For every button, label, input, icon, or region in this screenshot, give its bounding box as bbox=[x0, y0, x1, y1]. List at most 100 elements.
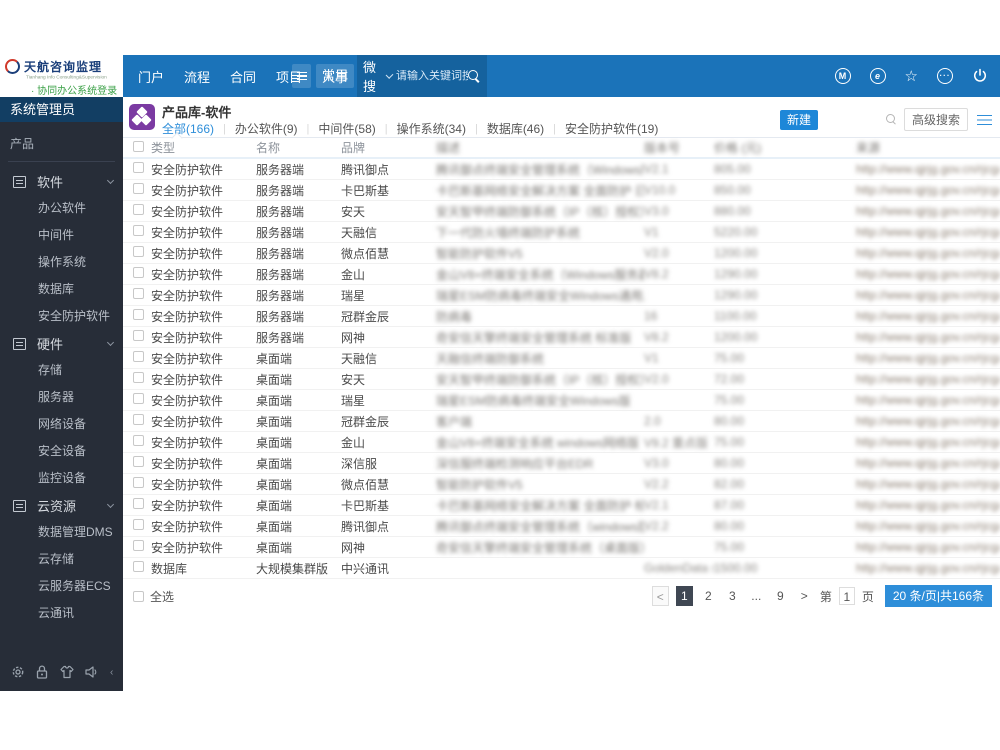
cell-source[interactable]: http://www.qjrjg.gov.cn/rjcg/ bbox=[856, 498, 1000, 512]
more-ellipsis-icon[interactable]: ··· bbox=[937, 68, 953, 84]
row-checkbox[interactable] bbox=[133, 225, 144, 236]
sidebar-section-硬件[interactable]: 硬件 bbox=[0, 330, 123, 357]
cell-source[interactable]: http://www.qjrjg.gov.cn/rjcg/ bbox=[856, 288, 1000, 302]
settings-gear-icon[interactable] bbox=[10, 664, 26, 680]
prev-page-button[interactable]: < bbox=[651, 586, 669, 606]
sidebar-section-软件[interactable]: 软件 bbox=[0, 168, 123, 195]
cell-source[interactable]: http://www.qjrjg.gov.cn/rjcg/ bbox=[856, 351, 1000, 365]
row-checkbox[interactable] bbox=[133, 435, 144, 446]
next-page-button[interactable]: > bbox=[796, 586, 813, 606]
advanced-search-button[interactable]: 高级搜索 bbox=[903, 108, 968, 131]
cell-source[interactable]: http://www.qjrjg.gov.cn/rjcg/ bbox=[856, 309, 1000, 323]
search-engine-selector[interactable]: 微搜 bbox=[363, 57, 384, 95]
sidebar-item-云存储[interactable]: 云存储 bbox=[0, 546, 123, 573]
cell-source[interactable]: http://www.qjrjg.gov.cn/rjcg/ bbox=[856, 372, 1000, 386]
table-search-icon[interactable] bbox=[885, 113, 898, 126]
cell-source[interactable]: http://www.qjrjg.gov.cn/rjcg/ bbox=[856, 330, 1000, 344]
cell-source[interactable]: http://www.qjrjg.gov.cn/rjcg/ bbox=[856, 540, 1000, 554]
sidebar-item-云服务器ECS[interactable]: 云服务器ECS bbox=[0, 573, 123, 600]
table-search-input[interactable] bbox=[823, 110, 886, 129]
cell-source[interactable]: http://www.qjrjg.gov.cn/rjcg/ bbox=[856, 456, 1000, 470]
nav-item-流程[interactable]: 流程 bbox=[184, 67, 210, 86]
tab-中间件(58)[interactable]: 中间件(58) bbox=[318, 120, 375, 137]
row-checkbox[interactable] bbox=[133, 456, 144, 467]
power-icon[interactable] bbox=[972, 68, 988, 84]
sidebar-bottom-toolbar: ‹ bbox=[0, 653, 123, 691]
new-button[interactable]: 新建 bbox=[779, 109, 818, 130]
m-circle-icon[interactable]: M bbox=[834, 68, 851, 84]
sidebar-item-服务器[interactable]: 服务器 bbox=[0, 384, 123, 411]
page-button-3[interactable]: 3 bbox=[724, 586, 741, 606]
row-checkbox[interactable] bbox=[133, 183, 144, 194]
sidebar-item-中间件[interactable]: 中间件 bbox=[0, 222, 123, 249]
row-checkbox[interactable] bbox=[133, 309, 144, 320]
sidebar-item-操作系统[interactable]: 操作系统 bbox=[0, 249, 123, 276]
lock-icon[interactable] bbox=[35, 664, 49, 680]
row-checkbox[interactable] bbox=[133, 288, 144, 299]
row-checkbox[interactable] bbox=[133, 393, 144, 404]
cell-source[interactable]: http://www.qjrjg.gov.cn/rjcg/ bbox=[856, 183, 1000, 197]
row-checkbox[interactable] bbox=[133, 162, 144, 173]
sidebar-item-云通讯[interactable]: 云通讯 bbox=[0, 600, 123, 627]
row-checkbox[interactable] bbox=[133, 351, 144, 362]
row-checkbox[interactable] bbox=[133, 540, 144, 551]
menu-hamburger-icon[interactable] bbox=[292, 64, 311, 88]
row-checkbox[interactable] bbox=[133, 330, 144, 341]
list-view-icon[interactable] bbox=[977, 114, 992, 126]
speaker-icon[interactable] bbox=[84, 664, 100, 680]
tab-数据库(46)[interactable]: 数据库(46) bbox=[487, 120, 544, 137]
cell-source[interactable]: http://www.qjrjg.gov.cn/rjcg/ bbox=[856, 246, 1000, 260]
global-search-input[interactable] bbox=[396, 70, 468, 82]
cell-source[interactable]: http://www.qjrjg.gov.cn/rjcg/ bbox=[856, 414, 1000, 428]
row-checkbox[interactable] bbox=[133, 519, 144, 530]
tab-全部(166)[interactable]: 全部(166) bbox=[162, 120, 214, 137]
chevron-down-icon[interactable] bbox=[385, 71, 394, 79]
row-checkbox[interactable] bbox=[133, 561, 144, 572]
sidebar-item-数据管理DMS[interactable]: 数据管理DMS bbox=[0, 519, 123, 546]
sidebar-item-监控设备[interactable]: 监控设备 bbox=[0, 465, 123, 492]
cell-source[interactable]: http://www.qjrjg.gov.cn/rjcg/ bbox=[856, 204, 1000, 218]
page-button-9[interactable]: 9 bbox=[772, 586, 789, 606]
cell-source[interactable]: http://www.qjrjg.gov.cn/rjcg/ bbox=[856, 435, 1000, 449]
cell-price: 5220.00 bbox=[714, 225, 758, 239]
search-icon[interactable] bbox=[468, 69, 481, 83]
collapse-arrow-icon[interactable]: ‹ bbox=[110, 667, 113, 678]
tab-办公软件(9)[interactable]: 办公软件(9) bbox=[235, 120, 298, 137]
office-login-link[interactable]: · 协同办公系统登录 bbox=[31, 82, 123, 97]
select-all-checkbox[interactable] bbox=[133, 590, 144, 602]
cell-source[interactable]: http://www.qjrjg.gov.cn/rjcg/ bbox=[856, 393, 1000, 407]
cell-source[interactable]: http://www.qjrjg.gov.cn/rjcg/ bbox=[856, 225, 1000, 239]
common-menu-button[interactable]: 常用 bbox=[316, 64, 355, 88]
tab-操作系统(34)[interactable]: 操作系统(34) bbox=[397, 120, 466, 137]
cell-source[interactable]: http://www.qjrjg.gov.cn/rjcg/ bbox=[856, 162, 1000, 176]
sidebar-item-网络设备[interactable]: 网络设备 bbox=[0, 411, 123, 438]
enterprise-chat-icon[interactable]: e bbox=[869, 68, 886, 84]
row-checkbox[interactable] bbox=[133, 267, 144, 278]
sidebar-item-数据库[interactable]: 数据库 bbox=[0, 276, 123, 303]
cell-source[interactable]: http://www.qjrjg.gov.cn/rjcg/ bbox=[856, 267, 1000, 281]
nav-item-合同[interactable]: 合同 bbox=[230, 67, 256, 86]
theme-shirt-icon[interactable] bbox=[59, 664, 75, 680]
sidebar-item-存储[interactable]: 存储 bbox=[0, 357, 123, 384]
page-button-...[interactable]: ... bbox=[748, 586, 765, 606]
cell-source[interactable]: http://www.qjrjg.gov.cn/rjcg/ bbox=[856, 477, 1000, 491]
row-checkbox[interactable] bbox=[133, 246, 144, 257]
sidebar-section-云资源[interactable]: 云资源 bbox=[0, 492, 123, 519]
row-checkbox[interactable] bbox=[133, 414, 144, 425]
select-all-header-checkbox[interactable] bbox=[133, 140, 144, 152]
cell-source[interactable]: http://www.qjrjg.gov.cn/rjcg/ bbox=[856, 561, 1000, 575]
nav-item-门户[interactable]: 门户 bbox=[138, 67, 164, 86]
page-button-2[interactable]: 2 bbox=[700, 586, 717, 606]
cell-source[interactable]: http://www.qjrjg.gov.cn/rjcg/ bbox=[856, 519, 1000, 533]
sidebar-item-办公软件[interactable]: 办公软件 bbox=[0, 195, 123, 222]
jump-page-input[interactable]: 1 bbox=[838, 587, 855, 605]
row-checkbox[interactable] bbox=[133, 372, 144, 383]
page-button-1[interactable]: 1 bbox=[675, 586, 693, 606]
row-checkbox[interactable] bbox=[133, 498, 144, 509]
row-checkbox[interactable] bbox=[133, 204, 144, 215]
tab-安全防护软件(19)[interactable]: 安全防护软件(19) bbox=[565, 120, 658, 137]
star-icon[interactable]: ☆ bbox=[905, 69, 918, 84]
row-checkbox[interactable] bbox=[133, 477, 144, 488]
sidebar-item-安全防护软件[interactable]: 安全防护软件 bbox=[0, 303, 123, 330]
sidebar-item-安全设备[interactable]: 安全设备 bbox=[0, 438, 123, 465]
